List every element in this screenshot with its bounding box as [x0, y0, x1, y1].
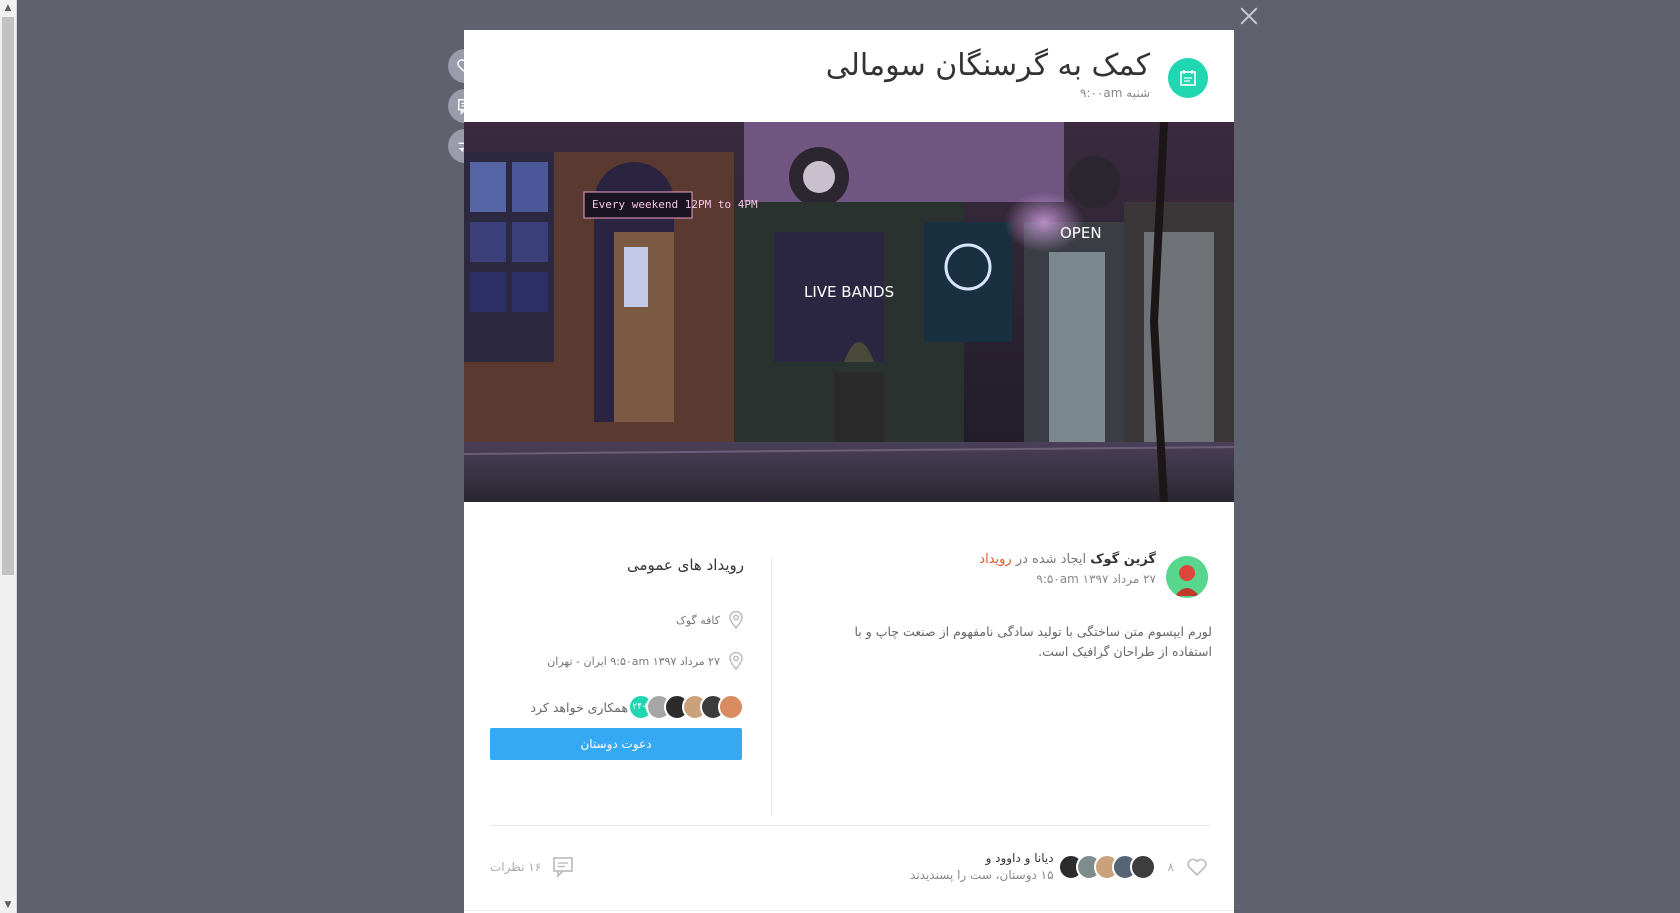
- invite-friends-button[interactable]: دعوت دوستان: [490, 728, 742, 760]
- info-row-place: کافه گوک: [676, 611, 744, 629]
- event-place: کافه گوک: [675, 613, 720, 627]
- footer-divider: [490, 825, 1210, 826]
- post-author-name[interactable]: گزین گوک: [1090, 552, 1156, 567]
- likers-names[interactable]: دیانا و داوود و: [910, 850, 1054, 867]
- hero-sign-text: Every weekend 12PM to 4PM: [592, 198, 758, 211]
- avatar[interactable]: [1129, 854, 1156, 880]
- location-pin-icon: [729, 652, 743, 670]
- post-created-text: ایجاد شده در: [1015, 552, 1087, 567]
- scrollbar-thumb[interactable]: [2, 17, 14, 575]
- close-modal-icon[interactable]: [1238, 5, 1260, 27]
- scroll-up-arrow-icon[interactable]: ▲: [0, 0, 16, 16]
- author-avatar[interactable]: [1166, 556, 1208, 598]
- bottom-divider: [464, 910, 1234, 911]
- post-author-line: گزین گوک ایجاد شده در رویداد: [979, 552, 1156, 567]
- public-events-heading: رویداد های عمومی: [626, 556, 744, 574]
- avatar[interactable]: [718, 694, 744, 720]
- attendees-text: همکاری خواهد کرد: [530, 699, 628, 715]
- event-hero-image: Every weekend 12PM to 4PM LIVE BANDS OPE…: [464, 122, 1234, 502]
- event-title: کمک به گرسنگان سومالی: [825, 48, 1150, 83]
- post-date: ۲۷ مرداد ۱۳۹۷ ۹:۵۰am: [1036, 572, 1156, 586]
- column-divider: [771, 558, 772, 816]
- likes-summary: ۸ دیانا و داوود و ۱۵ دوستان، ست را پسندی…: [910, 850, 1208, 884]
- hero-open-sign: OPEN: [1060, 224, 1102, 242]
- post-body: لورم ایپسوم متن ساختگی با تولید سادگی نا…: [854, 624, 1212, 659]
- post-created-link[interactable]: رویداد: [979, 552, 1011, 567]
- info-row-attendees: ۲۴+ همکاری خواهد کرد: [530, 694, 744, 720]
- scroll-down-arrow-icon[interactable]: ▼: [0, 897, 16, 913]
- attendee-avatars[interactable]: ۲۴+: [628, 694, 744, 720]
- info-row-datetime: ۲۷ مرداد ۱۳۹۷ ۹:۵۰am ایران - تهران: [547, 652, 744, 670]
- location-pin-icon: [729, 611, 743, 629]
- heart-icon[interactable]: [1186, 857, 1208, 877]
- event-day-time: شنبه ۹:۰۰am: [1080, 86, 1150, 100]
- hero-live-bands: LIVE BANDS: [804, 283, 894, 301]
- comment-icon[interactable]: [551, 856, 575, 878]
- event-date-location: ۲۷ مرداد ۱۳۹۷ ۹:۵۰am ایران - تهران: [547, 654, 720, 668]
- comments-summary[interactable]: ۱۶ نظرات: [490, 856, 575, 878]
- comments-count[interactable]: ۱۶ نظرات: [490, 860, 541, 874]
- calendar-icon: [1168, 58, 1208, 98]
- event-modal: کمک به گرسنگان سومالی شنبه ۹:۰۰am Every …: [464, 30, 1234, 913]
- like-count: ۸: [1167, 860, 1174, 874]
- likers-summary[interactable]: ۱۵ دوستان، ست را پسندیدند: [910, 867, 1054, 884]
- window-scrollbar[interactable]: ▲ ▼: [0, 0, 17, 913]
- liker-avatars[interactable]: [1057, 854, 1156, 880]
